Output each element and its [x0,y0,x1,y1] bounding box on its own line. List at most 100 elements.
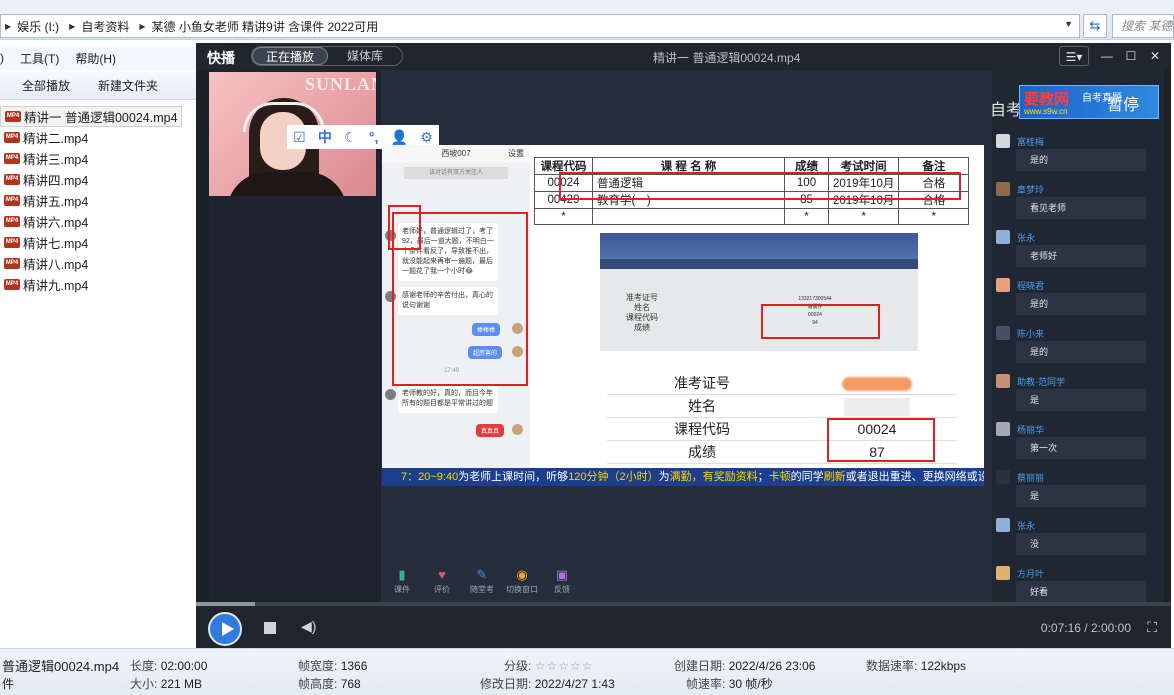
file-item[interactable]: MP4 精讲九.mp4 [0,274,196,295]
redacted-name [844,398,910,417]
volume-icon[interactable]: ◀) [301,618,316,635]
minimize-icon[interactable]: — [1095,46,1119,66]
file-item[interactable]: MP4 精讲八.mp4 [0,253,196,274]
avatar [996,230,1010,244]
new-folder-button[interactable]: 新建文件夹 [98,77,158,94]
menu-icon[interactable]: ☰▾ [1059,46,1089,66]
breadcrumb-current[interactable]: ▶ 某德 小鱼女老师 精讲9讲 含课件 2022可用 [139,18,378,35]
window-controls: ☰▾ — ☐ ✕ [1059,46,1167,66]
video-file-icon: MP4 [4,195,20,206]
chat-message: 蔡丽丽是 [996,470,1160,518]
detail-rating[interactable]: 分级: ☆☆☆☆☆ [504,657,593,674]
avatar [996,278,1010,292]
avatar [996,134,1010,148]
file-item[interactable]: MP4 精讲三.mp4 [0,148,196,169]
chat-message: 老师教的好，真的，而且今年所有的题目都是平常讲过的题 [398,385,498,413]
punctuation-icon[interactable]: °, [369,129,379,145]
detail-filetype: 件 [2,677,15,691]
chat-message: 程晓君 是的 [996,278,1160,326]
chevron-down-icon[interactable]: ▼ [1064,19,1073,29]
address-bar[interactable]: ▶ 娱乐 (I:) ▶ 自考资料 ▶ 某德 小鱼女老师 精讲9讲 含课件 2022可用… [0,14,1080,38]
paused-label: 暂停 [1107,97,1140,114]
video-player-window: 快播 正在播放 媒体库 精讲一 普通逻辑00024.mp4 ☰▾ — ☐ ✕ S… [196,43,1171,648]
refresh-icon[interactable]: ⇆ [1083,14,1107,38]
fullscreen-icon[interactable]: ⛶ [1147,619,1157,636]
classroom-tools: ▮ 课件 ♥ 评价 ✎ 随堂考 ◉ 切换窗口 ▣ 反馈 [382,566,592,602]
highlight-box [392,212,528,386]
tool-quiz[interactable]: ✎ 随堂考 [462,566,502,602]
rating-stars-icon: ☆☆☆☆☆ [534,659,594,673]
switch-icon: ◉ [516,567,528,582]
photo-label: 课程代码 [626,313,658,322]
avatar [996,182,1010,196]
tab-media-library[interactable]: 媒体库 [328,47,402,65]
file-item[interactable]: MP4 精讲四.mp4 [0,169,196,190]
tab-now-playing[interactable]: 正在播放 [252,47,328,65]
time-display: 0:07:16 / 2:00:00 [1040,621,1131,635]
tool-rate[interactable]: ♥ 评价 [422,566,462,602]
breadcrumb-drive[interactable]: ▶ 娱乐 (I:) [5,18,59,35]
checkbox-icon[interactable]: ☑ [293,129,306,146]
close-icon[interactable]: ✕ [1143,46,1167,66]
video-file-icon: MP4 [4,216,20,227]
highlight-box [827,418,935,462]
gear-icon[interactable]: ⚙ [420,129,433,146]
avatar [996,566,1010,580]
file-item[interactable]: MP4 精讲五.mp4 [0,190,196,211]
detail-filename: 普通逻辑00024.mp4 [2,659,120,674]
file-item[interactable]: MP4 精讲二.mp4 [0,127,196,148]
pen-icon: ✎ [476,567,488,582]
tool-switch-window[interactable]: ◉ 切换窗口 [502,566,542,602]
photo-nav-bar [600,259,918,269]
detail-created: 创建日期: 2022/4/26 23:06 [674,659,816,673]
video-file-icon: MP4 [4,237,20,248]
stop-button[interactable] [264,622,276,634]
lecture-slide: 西坡007 设置 该对话有双方关注人 老师好，普通逻辑过了，考了92，最后一道大题… [382,145,984,468]
file-item[interactable]: MP4 精讲一 普通逻辑00024.mp4 [0,106,182,127]
file-item[interactable]: MP4 精讲六.mp4 [0,211,196,232]
score-table-area: 课程代码 课 程 名 称 成绩 考试时间 备注 00024 普通逻辑 100 2019… [532,145,984,241]
chat-message: 助教-范同学是 [996,374,1160,422]
address-bar-area: ▶ 娱乐 (I:) ▶ 自考资料 ▶ 某德 小鱼女老师 精讲9讲 含课件 2022可用… [0,0,1174,40]
user-icon[interactable]: 👤 [391,129,408,146]
tool-courseware[interactable]: ▮ 课件 [382,566,422,602]
redacted-id [842,377,912,392]
thumb-icon: ♥ [438,567,446,582]
avatar [512,424,523,435]
video-file-icon: MP4 [4,132,20,143]
photo-label: 成绩 [634,323,650,332]
chat-header: 西坡007 设置 [382,145,530,163]
table-row: 准考证号 [607,372,957,395]
ime-chinese-toggle[interactable]: 中 [318,127,332,147]
menu-bar: ) 工具(T) 帮助(H) [0,46,200,70]
maximize-icon[interactable]: ☐ [1119,46,1143,66]
seek-bar[interactable] [196,602,1171,606]
chat-panel: 自考 要教网 自考真题 www.s9w.cn 暂停 富桂梅 是的 章梦玲 看见老师 … [990,70,1164,602]
detail-frame-width: 帧宽度: 1366 [298,659,368,673]
avatar [996,326,1010,340]
tool-feedback[interactable]: ▣ 反馈 [542,566,582,602]
chat-message: 章梦玲 看见老师 [996,182,1160,230]
panel-heading: 自考 [990,102,1023,119]
table-row: 姓名 [607,395,957,418]
video-file-icon: MP4 [5,111,21,122]
search-input[interactable]: 搜索 某德 [1112,14,1174,38]
chat-message: 张永 老师好 [996,230,1160,278]
breadcrumb-folder[interactable]: ▶ 自考资料 [69,18,129,35]
detail-size: 大小: 221 MB [130,677,203,691]
file-item[interactable]: MP4 精讲七.mp4 [0,232,196,253]
play-button[interactable] [208,612,242,646]
chat-message: 富桂梅 是的 [996,134,1160,182]
moon-icon[interactable]: ☾ [344,129,357,146]
score-summary-table: 准考证号 姓名 课程代码 00024 成绩 87 [607,362,957,464]
seek-bar-fill [196,602,255,606]
video-file-icon: MP4 [4,258,20,269]
player-titlebar[interactable]: 快播 正在播放 媒体库 精讲一 普通逻辑00024.mp4 ☰▾ — ☐ ✕ [196,43,1171,70]
menu-tools[interactable]: 工具(T) [20,50,59,67]
play-all-button[interactable]: 全部播放 [22,77,70,94]
highlight-box [559,172,961,200]
video-frame[interactable]: SUNLANDS ☑ 中 ☾ °, 👤 ⚙ 西坡007设置 该对话有双方关注人 … [209,70,1164,602]
menu-help[interactable]: 帮助(H) [75,50,116,67]
photo-value: 133217300544 [798,296,832,302]
player-logo: 快播 [207,50,235,66]
